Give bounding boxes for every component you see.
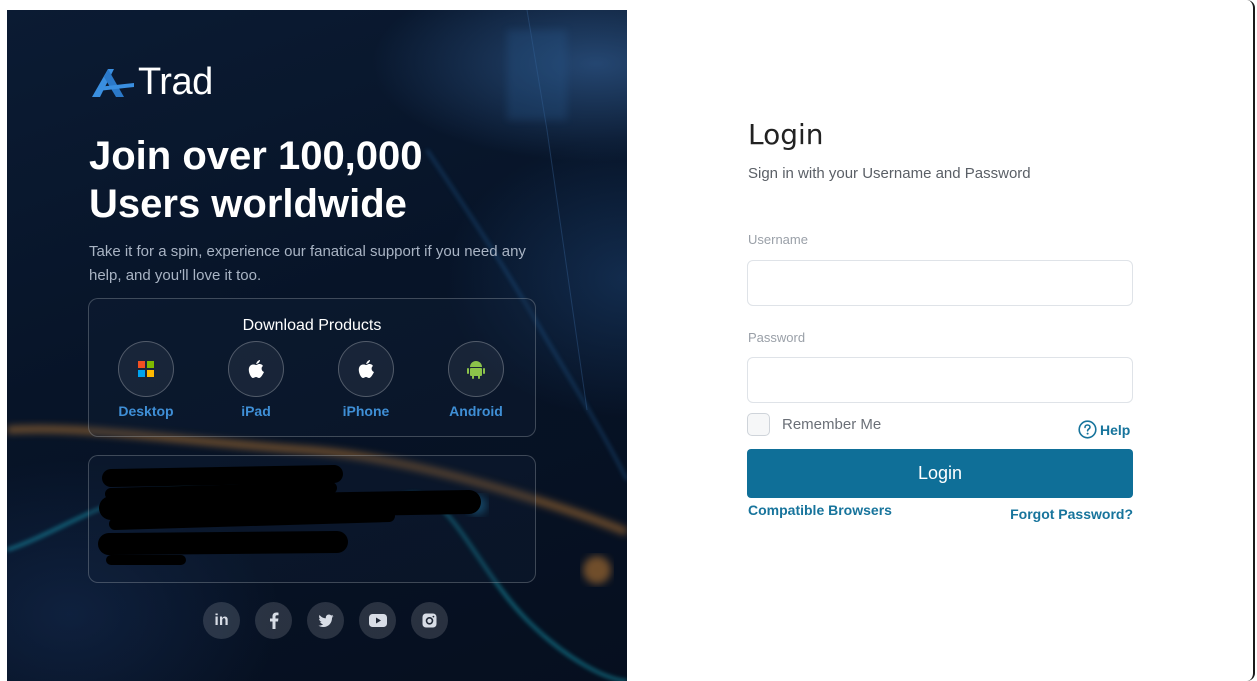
login-panel: Login Sign in with your Username and Pas… xyxy=(627,0,1257,681)
download-label: Android xyxy=(449,403,503,419)
linkedin-link[interactable]: in xyxy=(203,602,240,639)
window-edge xyxy=(1247,0,1255,681)
download-android[interactable]: Android xyxy=(436,341,516,419)
atrad-a-logo-icon xyxy=(92,69,134,97)
download-iphone[interactable]: iPhone xyxy=(326,341,406,419)
download-ipad[interactable]: iPad xyxy=(216,341,296,419)
linkedin-icon: in xyxy=(214,611,229,629)
twitter-link[interactable] xyxy=(307,602,344,639)
compatible-browsers-link[interactable]: Compatible Browsers xyxy=(748,502,892,518)
android-icon-circle xyxy=(448,341,504,397)
ipad-icon-circle xyxy=(228,341,284,397)
info-card xyxy=(88,455,536,583)
download-label: iPhone xyxy=(342,403,390,419)
apple-icon xyxy=(248,360,264,378)
desktop-icon-circle xyxy=(118,341,174,397)
login-subtitle: Sign in with your Username and Password xyxy=(748,165,1031,182)
instagram-link[interactable] xyxy=(411,602,448,639)
username-input[interactable] xyxy=(747,260,1133,306)
login-title: Login xyxy=(748,118,824,151)
android-icon xyxy=(467,361,485,379)
password-input[interactable] xyxy=(747,357,1133,403)
hero-subtext: Take it for a spin, experience our fanat… xyxy=(89,243,526,284)
headline-line-1: Join over 100,000 xyxy=(89,134,423,178)
facebook-link[interactable] xyxy=(255,602,292,639)
password-label: Password xyxy=(748,330,806,345)
apple-icon xyxy=(358,360,374,378)
question-circle-icon xyxy=(1078,420,1097,439)
download-desktop[interactable]: Desktop xyxy=(106,341,186,419)
windows-icon xyxy=(138,361,154,377)
username-label: Username xyxy=(748,232,808,247)
redaction-scribble xyxy=(98,465,481,565)
download-products-title: Download Products xyxy=(242,317,382,334)
youtube-link[interactable] xyxy=(359,602,396,639)
atrad-logo: Trad xyxy=(90,62,213,102)
remember-me-checkbox[interactable] xyxy=(747,413,770,436)
download-label: Desktop xyxy=(118,403,174,419)
download-products-card: Download Products Desktop iPad iPhone An… xyxy=(88,298,536,437)
login-button[interactable]: Login xyxy=(747,449,1133,498)
hero-headline: Join over 100,000 Users worldwide xyxy=(89,132,609,228)
hero-panel: Trad Join over 100,000 Users worldwide T… xyxy=(7,10,627,681)
youtube-icon xyxy=(368,614,387,627)
remember-me: Remember Me xyxy=(747,413,881,436)
help-label: Help xyxy=(1100,421,1131,438)
headline-line-2: Users worldwide xyxy=(89,182,407,226)
facebook-icon xyxy=(269,612,278,629)
logo-text: Trad xyxy=(138,61,213,103)
social-links: in xyxy=(203,602,448,639)
twitter-icon xyxy=(318,614,333,627)
remember-me-label: Remember Me xyxy=(782,416,882,433)
instagram-icon xyxy=(422,613,437,628)
forgot-password-link[interactable]: Forgot Password? xyxy=(1010,506,1133,522)
help-link[interactable]: Help xyxy=(1078,420,1130,439)
iphone-icon-circle xyxy=(338,341,394,397)
download-label: iPad xyxy=(241,403,271,419)
